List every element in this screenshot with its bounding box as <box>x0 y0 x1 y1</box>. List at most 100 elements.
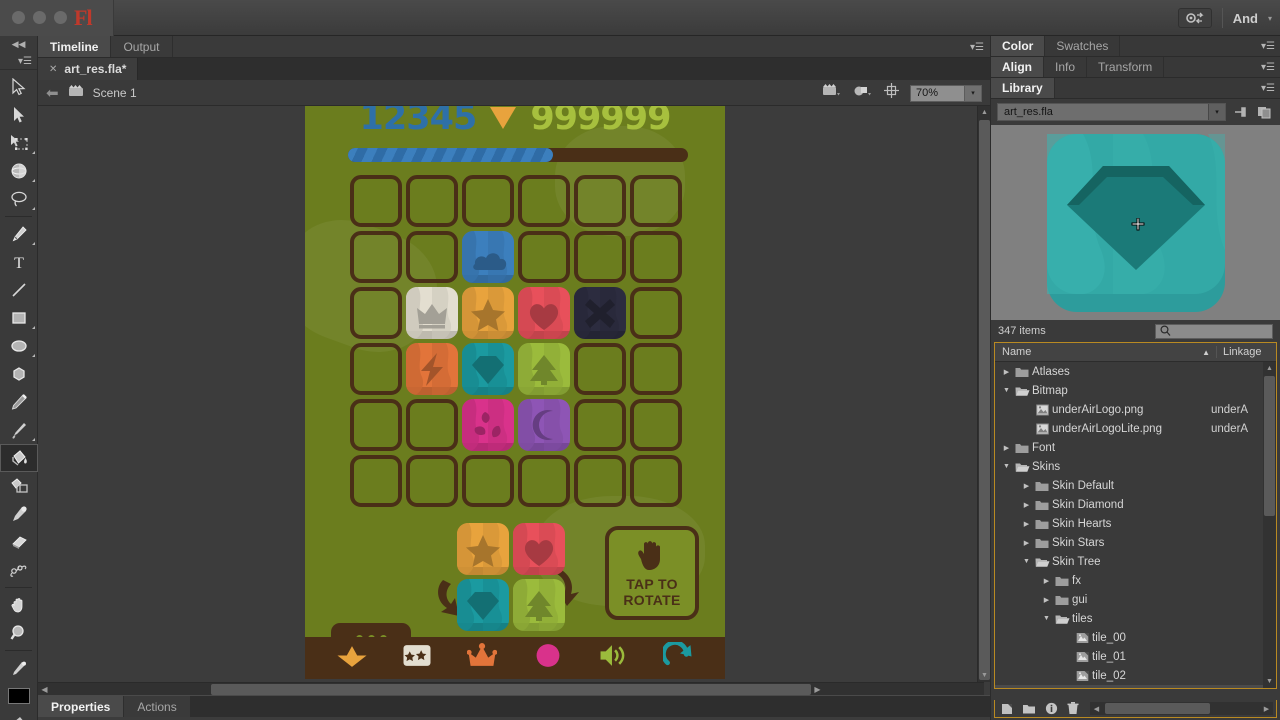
maximize-window-button[interactable] <box>54 11 67 24</box>
empty-slot[interactable] <box>630 175 682 227</box>
board-cell-2-4[interactable] <box>572 285 628 341</box>
scroll-left-arrow-icon[interactable]: ◀ <box>38 683 51 696</box>
tab-info[interactable]: Info <box>1044 57 1088 77</box>
library-row[interactable]: ▼ Skins <box>995 457 1263 476</box>
tab-output[interactable]: Output <box>111 36 173 57</box>
twisty-expanded-icon[interactable]: ▼ <box>1021 558 1032 565</box>
chevron-down-icon[interactable]: ▾ <box>1268 14 1272 23</box>
library-row[interactable]: ▶ Skin Stars <box>995 533 1263 552</box>
library-row[interactable]: ▶ Skin Default <box>995 476 1263 495</box>
panel-menu-icon[interactable]: ▾☰ <box>1261 62 1275 73</box>
twisty-collapsed-icon[interactable]: ▶ <box>1001 444 1012 452</box>
library-row[interactable]: ▶ fx <box>995 571 1263 590</box>
edit-symbols-icon[interactable] <box>853 83 873 103</box>
board-cell-2-2[interactable] <box>460 285 516 341</box>
scroll-right-arrow-icon[interactable]: ▶ <box>1260 705 1273 713</box>
tab-swatches[interactable]: Swatches <box>1045 36 1121 56</box>
window-controls[interactable] <box>12 11 67 24</box>
library-row[interactable]: underAirLogo.png underA <box>995 400 1263 419</box>
stage-vertical-scrollbar[interactable]: ▲ ▼ <box>977 106 990 682</box>
board-cell-4-5[interactable] <box>628 397 684 453</box>
edit-scene-icon[interactable] <box>822 83 842 103</box>
tile-bolt[interactable] <box>406 343 458 395</box>
new-symbol-button[interactable] <box>998 701 1016 717</box>
black-swatch-icon[interactable] <box>8 688 30 704</box>
next-tiles-tray[interactable] <box>455 521 567 633</box>
board-cell-2-5[interactable] <box>628 285 684 341</box>
library-vscroll-thumb[interactable] <box>1264 376 1275 516</box>
circle-icon[interactable] <box>533 642 563 674</box>
empty-slot[interactable] <box>406 455 458 507</box>
empty-slot[interactable] <box>630 287 682 339</box>
board-cell-5-4[interactable] <box>572 453 628 509</box>
panel-menu-icon[interactable]: ▾☰ <box>1261 41 1275 52</box>
paint-bucket-tool[interactable] <box>0 444 38 472</box>
stage-canvas[interactable]: 12345 999999 TAP TO ROTATE <box>305 106 725 679</box>
tile-leaves[interactable] <box>462 399 514 451</box>
next-tile-0-1[interactable] <box>511 521 567 577</box>
library-hscroll-thumb[interactable] <box>1105 703 1210 714</box>
scroll-up-arrow-icon[interactable]: ▲ <box>1263 362 1276 375</box>
tab-library[interactable]: Library <box>991 78 1055 98</box>
empty-slot[interactable] <box>574 175 626 227</box>
library-row[interactable]: tile_00 <box>995 628 1263 647</box>
board-cell-0-4[interactable] <box>572 173 628 229</box>
empty-slot[interactable] <box>462 455 514 507</box>
library-row[interactable]: ▼ Skin Tree <box>995 552 1263 571</box>
board-cell-4-2[interactable] <box>460 397 516 453</box>
pencil-tool[interactable] <box>0 388 38 416</box>
board-cell-0-1[interactable] <box>404 173 460 229</box>
sound-icon[interactable] <box>598 642 628 674</box>
chevron-down-icon[interactable]: ▾ <box>964 85 981 101</box>
stroke-color-tool[interactable] <box>0 654 38 682</box>
properties-button[interactable] <box>1042 701 1060 717</box>
tile-tree[interactable] <box>518 343 570 395</box>
library-row[interactable]: ▶ Skin Hearts <box>995 514 1263 533</box>
panel-menu-icon[interactable]: ▾☰ <box>970 42 984 53</box>
pin-icon[interactable] <box>1232 103 1250 121</box>
polystar-tool[interactable] <box>0 360 38 388</box>
board-cell-2-3[interactable] <box>516 285 572 341</box>
brush-tool[interactable] <box>0 416 38 444</box>
document-tab-art-res[interactable]: ✕ art_res.fla* <box>38 58 139 80</box>
twisty-collapsed-icon[interactable]: ▶ <box>1021 539 1032 547</box>
twisty-collapsed-icon[interactable]: ▶ <box>1001 368 1012 376</box>
tile-heart[interactable] <box>518 287 570 339</box>
board-cell-0-5[interactable] <box>628 173 684 229</box>
empty-slot[interactable] <box>630 343 682 395</box>
empty-slot[interactable] <box>630 455 682 507</box>
bone-tool[interactable] <box>0 556 38 584</box>
fill-color-swatch[interactable] <box>0 682 38 710</box>
board-cell-5-5[interactable] <box>628 453 684 509</box>
board-cell-0-2[interactable] <box>460 173 516 229</box>
twisty-collapsed-icon[interactable]: ▶ <box>1021 501 1032 509</box>
tile-gem[interactable] <box>462 343 514 395</box>
board-cell-4-4[interactable] <box>572 397 628 453</box>
cards-icon[interactable] <box>402 642 432 674</box>
new-library-panel-icon[interactable] <box>1256 103 1274 121</box>
twisty-expanded-icon[interactable]: ▼ <box>1041 615 1052 622</box>
board-cell-1-2[interactable] <box>460 229 516 285</box>
tile-star[interactable] <box>457 523 509 575</box>
star-icon[interactable] <box>337 642 367 674</box>
board-cell-0-3[interactable] <box>516 173 572 229</box>
board-cell-5-2[interactable] <box>460 453 516 509</box>
crown-icon[interactable] <box>466 642 498 674</box>
sort-asc-icon[interactable]: ▲ <box>1202 348 1210 357</box>
library-item-list[interactable]: Name ▲ Linkage ▶ Atlases ▼ Bitmap underAirLo… <box>994 342 1277 689</box>
board-cell-3-3[interactable] <box>516 341 572 397</box>
tile-star[interactable] <box>462 287 514 339</box>
empty-slot[interactable] <box>518 455 570 507</box>
board-cell-0-0[interactable] <box>348 173 404 229</box>
next-tile-1-0[interactable] <box>455 577 511 633</box>
ink-bottle-tool[interactable] <box>0 472 38 500</box>
board-cell-4-1[interactable] <box>404 397 460 453</box>
collapse-left-icon[interactable]: ◀◀ <box>0 36 37 53</box>
3d-rotation-tool[interactable] <box>0 157 38 185</box>
empty-slot[interactable] <box>350 175 402 227</box>
library-row[interactable]: ▶ gui <box>995 590 1263 609</box>
scroll-left-arrow-icon[interactable]: ◀ <box>1090 705 1103 713</box>
empty-slot[interactable] <box>350 399 402 451</box>
stage-hscroll-thumb[interactable] <box>211 683 811 695</box>
library-row[interactable]: ▼ Bitmap <box>995 381 1263 400</box>
